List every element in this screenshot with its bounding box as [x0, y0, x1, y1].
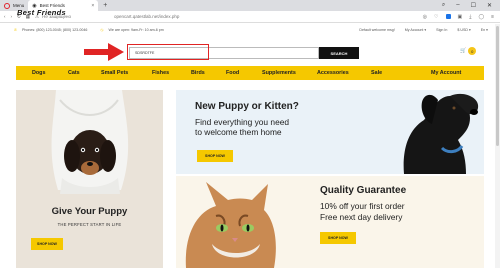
download-icon[interactable]: ⤓	[469, 14, 471, 20]
black-dog-image	[403, 93, 479, 174]
banner-new-puppy[interactable]: New Puppy or Kitten? Find everything you…	[176, 90, 484, 174]
scrollbar-thumb[interactable]	[496, 26, 499, 146]
site-logo[interactable]: Best Friends	[17, 8, 66, 17]
hours-text: We are open: 9am-Fr: 10 am-6 pm	[108, 28, 164, 32]
puppy-in-bag-image	[51, 90, 129, 194]
highlight-box	[127, 44, 209, 60]
nav-item-small-pets[interactable]: Small Pets	[101, 70, 128, 76]
sign-in-link[interactable]: Sign In	[436, 28, 447, 32]
search-button[interactable]: SEARCH	[319, 47, 359, 59]
banner-quality-guarantee[interactable]: Quality Guarantee 10% off your first ord…	[176, 176, 484, 268]
hero-left-subtitle: THE PERFECT START IN LIFE	[57, 222, 122, 227]
welcome-text: Default welcome msg!	[359, 28, 395, 32]
site-top-bar: ✆ Phones: (800) 123-0045; (800) 123-0046…	[0, 24, 500, 36]
forward-icon[interactable]: ›	[11, 14, 13, 19]
phone-text: Phones: (800) 123-0045; (800) 123-0046	[22, 28, 88, 32]
nav-item-birds[interactable]: Birds	[191, 70, 205, 76]
cart-count-badge: 0	[468, 47, 477, 55]
my-account-label: My Account	[404, 28, 424, 32]
banner2-shop-now-button[interactable]: SHOP NOW	[320, 232, 356, 244]
cart-icon: 🛒	[460, 48, 467, 54]
main-nav: Dogs Cats Small Pets Fishes Birds Food S…	[16, 66, 484, 80]
currency-label: $ USD	[457, 28, 468, 32]
banner1-title: New Puppy or Kitten?	[195, 101, 299, 112]
maximize-icon[interactable]: ☐	[471, 2, 476, 9]
window-controls: ⌕ – ☐ ✕	[442, 2, 500, 9]
extension-icon[interactable]	[445, 13, 451, 19]
banner1-line2: to welcome them home	[195, 127, 282, 137]
banner2-title: Quality Guarantee	[320, 185, 407, 196]
banner2-line1: 10% off your first order	[320, 201, 405, 211]
opera-logo-icon	[4, 2, 10, 9]
close-tab-icon[interactable]: ×	[91, 3, 94, 9]
nav-item-dogs[interactable]: Dogs	[32, 70, 45, 76]
cat-image	[185, 182, 276, 268]
currency-dropdown[interactable]: $ USD ▾	[457, 28, 470, 32]
nav-item-accessories[interactable]: Accessories	[317, 70, 349, 76]
hero-left-shop-now-button[interactable]: SHOP NOW	[31, 238, 63, 250]
easy-setup-icon[interactable]: ≡	[491, 14, 494, 20]
my-account-dropdown[interactable]: My Account ▾	[405, 28, 426, 32]
toolbar-actions: ◎ ♡ ▣ ⤓ ◯ ≡	[423, 13, 500, 20]
browser-tab-strip: Menu ◉ Best Friends × + ⌕ – ☐ ✕	[0, 0, 500, 11]
wallet-icon[interactable]: ▣	[458, 14, 463, 20]
address-bar[interactable]: ⚠ Не защищено opencart.qatestlab.net/ind…	[35, 14, 418, 20]
back-icon[interactable]: ‹	[4, 14, 6, 19]
search-tabs-icon[interactable]: ⌕	[442, 2, 445, 9]
nav-item-fishes[interactable]: Fishes	[152, 70, 169, 76]
new-tab-button[interactable]: +	[98, 2, 107, 9]
language-label: En	[480, 28, 486, 32]
nav-item-my-account[interactable]: My Account	[431, 70, 461, 76]
nav-item-sale[interactable]: Sale	[371, 70, 382, 76]
banner1-shop-now-button[interactable]: SHOP NOW	[197, 150, 233, 162]
nav-item-food[interactable]: Food	[226, 70, 239, 76]
cart-button[interactable]: 🛒 0	[460, 47, 477, 55]
browser-toolbar: ‹ › ↻ ▦ ⚠ Не защищено opencart.qatestlab…	[0, 11, 500, 23]
language-dropdown[interactable]: En ▾	[481, 28, 488, 32]
hero-left-title: Give Your Puppy	[51, 206, 128, 217]
phone-icon: ✆	[14, 28, 18, 32]
close-window-icon[interactable]: ✕	[487, 2, 492, 9]
nav-item-cats[interactable]: Cats	[68, 70, 80, 76]
red-arrow-annotation	[84, 43, 124, 61]
page-scrollbar[interactable]	[495, 24, 500, 268]
hero-left-banner[interactable]: Give Your Puppy THE PERFECT START IN LIF…	[16, 90, 163, 268]
banner1-line1: Find everything you need	[195, 117, 290, 127]
camera-icon[interactable]: ◎	[423, 14, 427, 20]
profile-icon[interactable]: ◯	[478, 14, 484, 20]
heart-icon[interactable]: ♡	[434, 14, 438, 20]
clock-icon: ◷	[100, 28, 104, 32]
url-text[interactable]: opencart.qatestlab.net/index.php	[114, 14, 179, 19]
banner2-line2: Free next day delivery	[320, 212, 403, 222]
nav-item-supplements[interactable]: Supplements	[262, 70, 296, 76]
minimize-icon[interactable]: –	[456, 2, 459, 9]
